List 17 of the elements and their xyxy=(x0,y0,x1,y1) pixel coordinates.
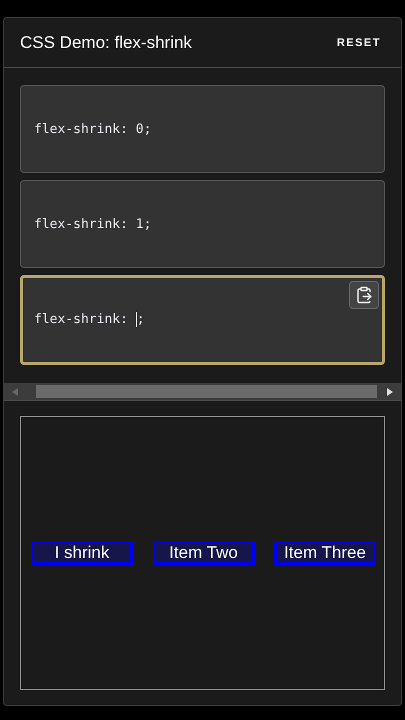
flex-item: Item Three xyxy=(274,541,376,565)
code-text: flex-shrink: ; xyxy=(34,312,145,328)
code-option[interactable]: flex-shrink: ; xyxy=(20,275,385,365)
code-option[interactable]: flex-shrink: 1; xyxy=(20,180,385,268)
code-option[interactable]: flex-shrink: 0; xyxy=(20,85,385,173)
scrollbar[interactable] xyxy=(4,383,401,400)
reset-button[interactable]: RESET xyxy=(336,32,381,52)
scroll-thumb[interactable] xyxy=(36,385,377,398)
copy-button[interactable] xyxy=(349,281,379,309)
scroll-left-icon[interactable] xyxy=(12,388,18,396)
flex-item: Item Two xyxy=(152,541,254,565)
flex-item: I shrink xyxy=(31,541,133,565)
code-text: flex-shrink: 0; xyxy=(34,122,152,136)
code-text: flex-shrink: 1; xyxy=(34,216,152,232)
clipboard-icon xyxy=(355,286,373,304)
demo-title: CSS Demo: flex-shrink xyxy=(20,32,192,52)
scroll-right-icon[interactable] xyxy=(387,388,393,396)
